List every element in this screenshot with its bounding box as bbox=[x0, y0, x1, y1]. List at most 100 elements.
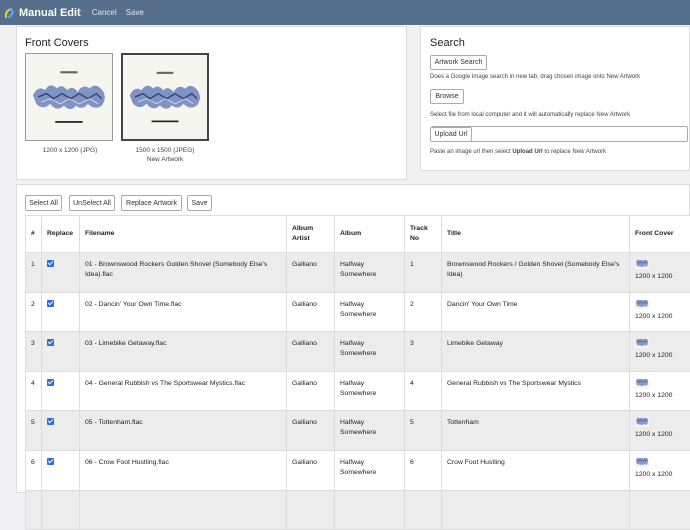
filename-cell: 02 - Dancin' Your Own Time.flac bbox=[80, 292, 287, 332]
cover-size-label: 1200 x 1200 bbox=[635, 352, 672, 359]
artwork-search-button[interactable]: Artwork Search bbox=[430, 55, 487, 70]
cover-size-label: 1200 x 1200 bbox=[635, 471, 672, 478]
app-logo-icon bbox=[4, 7, 16, 19]
replace-checkbox[interactable] bbox=[47, 418, 54, 425]
browse-hint: Select file from local computer and it w… bbox=[430, 112, 630, 118]
replace-checkbox[interactable] bbox=[47, 300, 54, 307]
table-row[interactable]: 4 04 - General Rubbish vs The Sportswear … bbox=[26, 371, 690, 411]
front-cover-cell: 1200 x 1200 bbox=[630, 292, 690, 332]
cover-thumbnail bbox=[635, 339, 649, 348]
album-cell bbox=[335, 490, 405, 530]
row-number: 2 bbox=[26, 292, 42, 332]
table-body: 1 01 - Brownswood Rockers Golden Shovel (… bbox=[26, 253, 690, 530]
front-cover-cell: 1200 x 1200 bbox=[630, 332, 690, 372]
row-number: 4 bbox=[26, 371, 42, 411]
title-cell: Crow Foot Hustling bbox=[442, 450, 630, 490]
album-artist-cell: Galliano bbox=[287, 411, 335, 451]
album-cell: Halfway Somewhere bbox=[335, 332, 405, 372]
replace-cell bbox=[42, 371, 80, 411]
column-header-track-no[interactable]: Track No bbox=[405, 216, 442, 253]
tracks-table: # Replace Filename Album Artist Album Tr… bbox=[25, 215, 690, 530]
album-artist-cell: Galliano bbox=[287, 450, 335, 490]
front-cover-cell: 1200 x 1200 bbox=[630, 371, 690, 411]
column-header-number[interactable]: # bbox=[26, 216, 42, 253]
row-number: 1 bbox=[26, 253, 42, 293]
new-artwork-image[interactable] bbox=[121, 53, 209, 141]
filename-cell: 04 - General Rubbish vs The Sportswear M… bbox=[80, 371, 287, 411]
new-artwork-caption: 1500 x 1500 (JPEG) bbox=[115, 147, 215, 154]
replace-cell bbox=[42, 490, 80, 530]
search-title: Search bbox=[430, 37, 465, 49]
row-number: 5 bbox=[26, 411, 42, 451]
column-header-title[interactable]: Title bbox=[442, 216, 630, 253]
cover-size-label: 1200 x 1200 bbox=[635, 273, 672, 280]
track-no-cell: 4 bbox=[405, 371, 442, 411]
album-artist-cell bbox=[287, 490, 335, 530]
replace-cell bbox=[42, 253, 80, 293]
front-cover-cell bbox=[630, 490, 690, 530]
album-cell: Halfway Somewhere bbox=[335, 292, 405, 332]
column-header-front-cover[interactable]: Front Cover bbox=[630, 216, 690, 253]
row-number bbox=[26, 490, 42, 530]
save-button[interactable]: Save bbox=[187, 195, 212, 211]
front-cover-cell: 1200 x 1200 bbox=[630, 450, 690, 490]
save-link[interactable]: Save bbox=[126, 8, 144, 17]
app-title: Manual Edit bbox=[19, 7, 81, 19]
title-cell: Limebike Getaway bbox=[442, 332, 630, 372]
track-no-cell bbox=[405, 490, 442, 530]
table-row[interactable] bbox=[26, 490, 690, 530]
replace-artwork-button[interactable]: Replace Artwork bbox=[121, 195, 182, 211]
column-header-filename[interactable]: Filename bbox=[80, 216, 287, 253]
cover-thumbnail bbox=[635, 458, 649, 467]
filename-cell: 03 - Limebike Getaway.flac bbox=[80, 332, 287, 372]
column-header-album-artist[interactable]: Album Artist bbox=[287, 216, 335, 253]
upload-url-button[interactable]: Upload Url bbox=[430, 127, 472, 142]
table-row[interactable]: 505 - Tottenham.flacGallianoHalfway Some… bbox=[26, 411, 690, 451]
table-header-row: # Replace Filename Album Artist Album Tr… bbox=[26, 216, 690, 253]
new-artwork-label: New Artwork bbox=[115, 156, 215, 163]
album-artist-cell: Galliano bbox=[287, 253, 335, 293]
column-header-album[interactable]: Album bbox=[335, 216, 405, 253]
front-cover-cell: 1200 x 1200 bbox=[630, 411, 690, 451]
replace-cell bbox=[42, 332, 80, 372]
front-cover-cell: 1200 x 1200 bbox=[630, 253, 690, 293]
cover-thumbnail bbox=[635, 418, 649, 427]
title-cell: General Rubbish vs The Sportswear Mystic… bbox=[442, 371, 630, 411]
table-row[interactable]: 303 - Limebike Getaway.flacGallianoHalfw… bbox=[26, 332, 690, 372]
table-row[interactable]: 1 01 - Brownswood Rockers Golden Shovel (… bbox=[26, 253, 690, 293]
replace-cell bbox=[42, 411, 80, 451]
title-cell: Brownswood Rockers / Golden Shovel (Some… bbox=[442, 253, 630, 293]
row-number: 3 bbox=[26, 332, 42, 372]
cancel-link[interactable]: Cancel bbox=[92, 8, 117, 17]
cover-thumbnail bbox=[635, 300, 649, 309]
track-no-cell: 1 bbox=[405, 253, 442, 293]
cover-size-label: 1200 x 1200 bbox=[635, 392, 672, 399]
track-no-cell: 2 bbox=[405, 292, 442, 332]
title-cell: Tottenham bbox=[442, 411, 630, 451]
album-cell: Halfway Somewhere bbox=[335, 371, 405, 411]
replace-checkbox[interactable] bbox=[47, 458, 54, 465]
column-header-replace[interactable]: Replace bbox=[42, 216, 80, 253]
cover-thumbnail bbox=[635, 260, 649, 269]
cover-size-label: 1200 x 1200 bbox=[635, 431, 672, 438]
replace-cell bbox=[42, 292, 80, 332]
row-number: 6 bbox=[26, 450, 42, 490]
cover-thumbnail bbox=[635, 379, 649, 388]
replace-checkbox[interactable] bbox=[47, 339, 54, 346]
current-cover-image bbox=[25, 53, 113, 141]
filename-cell: 06 - Crow Foot Hustling.flac bbox=[80, 450, 287, 490]
table-row[interactable]: 606 - Crow Foot Hustling.flacGallianoHal… bbox=[26, 450, 690, 490]
unselect-all-button[interactable]: UnSelect All bbox=[69, 195, 115, 211]
browse-button[interactable]: Browse bbox=[430, 89, 464, 104]
select-all-button[interactable]: Select All bbox=[25, 195, 62, 211]
track-no-cell: 6 bbox=[405, 450, 442, 490]
filename-cell: 01 - Brownswood Rockers Golden Shovel (S… bbox=[80, 253, 287, 293]
artwork-search-hint: Does a Google Image search in new tab, d… bbox=[430, 74, 640, 80]
replace-cell bbox=[42, 450, 80, 490]
replace-checkbox[interactable] bbox=[47, 379, 54, 386]
table-row[interactable]: 2 02 - Dancin' Your Own Time.flacGalliano… bbox=[26, 292, 690, 332]
album-artist-cell: Galliano bbox=[287, 292, 335, 332]
title-cell: Dancin' Your Own Time bbox=[442, 292, 630, 332]
track-no-cell: 5 bbox=[405, 411, 442, 451]
replace-checkbox[interactable] bbox=[47, 260, 54, 267]
